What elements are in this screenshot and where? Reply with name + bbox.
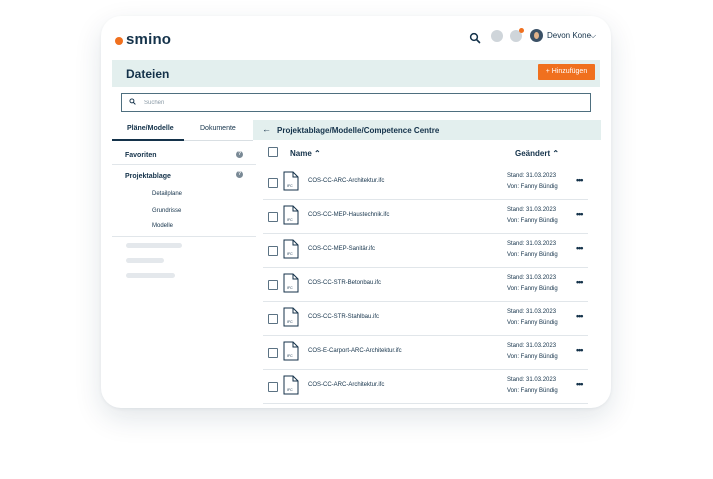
file-author: Von: Fanny Bündig (507, 354, 558, 360)
file-date: Stand: 31.03.2023 (507, 207, 557, 213)
file-author: Von: Fanny Bündig (507, 252, 558, 258)
svg-text:IFC: IFC (287, 320, 293, 324)
table-row[interactable]: IFC COS-CC-MEP-Sanitär.ifc Stand: 31.03.20… (253, 234, 588, 268)
chevron-down-icon[interactable]: ⌵ (590, 31, 596, 41)
svg-text:IFC: IFC (287, 286, 293, 290)
page-header: Dateien + Hinzufügen (112, 60, 600, 87)
file-date: Stand: 31.03.2023 (507, 309, 557, 315)
more-options-icon[interactable]: ••• (576, 243, 584, 253)
select-all-checkbox[interactable] (268, 147, 278, 157)
ifc-file-icon: IFC (283, 307, 299, 327)
file-date: Stand: 31.03.2023 (507, 173, 557, 179)
ifc-file-icon: IFC (283, 273, 299, 293)
ifc-file-icon: IFC (283, 341, 299, 361)
logo: smino (126, 31, 172, 48)
svg-text:IFC: IFC (287, 252, 293, 256)
file-name[interactable]: COS-CC-STR-Stahlbau.ifc (308, 314, 379, 320)
table-row[interactable]: IFC COS-CC-ARC-Architektur.ifc Stand: 31.0… (253, 166, 588, 200)
more-options-icon[interactable]: ••• (576, 345, 584, 355)
file-name[interactable]: COS-CC-ARC-Architektur.ifc (308, 178, 384, 184)
tab-dokumente[interactable]: Dokumente (200, 125, 236, 132)
svg-text:IFC: IFC (287, 354, 293, 358)
row-checkbox[interactable] (268, 280, 278, 290)
file-author: Von: Fanny Bündig (507, 184, 558, 190)
more-options-icon[interactable]: ••• (576, 311, 584, 321)
row-checkbox[interactable] (268, 348, 278, 358)
table-row[interactable]: IFC COS-CC-ARC-Architektur.ifc Stand: 31.0… (253, 370, 588, 404)
tab-active-indicator (112, 139, 184, 141)
tab-bar: Pläne/Modelle Dokumente (112, 120, 253, 141)
placeholder-bar (126, 243, 182, 248)
column-name[interactable]: Name ⌃ (290, 149, 321, 158)
search-icon[interactable] (469, 31, 483, 45)
search-input[interactable] (142, 95, 576, 111)
file-author: Von: Fanny Bündig (507, 286, 558, 292)
more-options-icon[interactable]: ••• (576, 379, 584, 389)
file-name[interactable]: COS-CC-MEP-Haustechnik.ifc (308, 212, 389, 218)
file-name[interactable]: COS-CC-STR-Betonbau.ifc (308, 280, 381, 286)
row-divider (263, 403, 588, 404)
placeholder-bar (126, 273, 175, 278)
back-arrow-icon[interactable]: ← (262, 124, 271, 134)
file-name[interactable]: COS-CC-MEP-Sanitär.ifc (308, 246, 375, 252)
notification-badge (519, 28, 524, 33)
table-row[interactable]: IFC COS-E-Carport-ARC-Architektur.ifc Stan… (253, 336, 588, 370)
file-date: Stand: 31.03.2023 (507, 241, 557, 247)
placeholder-bar (126, 258, 164, 263)
ifc-file-icon: IFC (283, 239, 299, 259)
divider (112, 164, 256, 165)
add-button[interactable]: + Hinzufügen (538, 64, 595, 80)
file-date: Stand: 31.03.2023 (507, 343, 557, 349)
sidebar-item-favoriten[interactable]: Favoriten (125, 152, 157, 159)
breadcrumb-bar: ← Projektablage/Modelle/Competence Centr… (253, 120, 601, 140)
tab-plaene-modelle[interactable]: Pläne/Modelle (127, 125, 174, 132)
breadcrumb: Projektablage/Modelle/Competence Centre (277, 126, 440, 135)
row-checkbox[interactable] (268, 246, 278, 256)
sidebar-item-projektablage[interactable]: Projektablage (125, 173, 171, 180)
ifc-file-icon: IFC (283, 171, 299, 191)
app-window: smino Devon Kone ⌵ Dateien + Hinzufügen … (101, 16, 611, 408)
row-checkbox[interactable] (268, 382, 278, 392)
top-bar: smino Devon Kone ⌵ (101, 16, 611, 60)
more-options-icon[interactable]: ••• (576, 209, 584, 219)
file-name[interactable]: COS-CC-ARC-Architektur.ifc (308, 382, 384, 388)
column-changed[interactable]: Geändert ⌃ (515, 149, 559, 158)
row-checkbox[interactable] (268, 178, 278, 188)
user-name[interactable]: Devon Kone (547, 31, 591, 40)
table-row[interactable]: IFC COS-CC-STR-Stahlbau.ifc Stand: 31.03.2… (253, 302, 588, 336)
file-date: Stand: 31.03.2023 (507, 377, 557, 383)
status-indicator[interactable] (491, 30, 503, 42)
help-icon[interactable]: ? (236, 171, 243, 178)
file-author: Von: Fanny Bündig (507, 388, 558, 394)
search-field[interactable] (121, 93, 591, 112)
file-author: Von: Fanny Bündig (507, 320, 558, 326)
sidebar-item-detailplane[interactable]: Detailplane (152, 191, 182, 197)
row-checkbox[interactable] (268, 212, 278, 222)
divider (112, 236, 256, 237)
table-row[interactable]: IFC COS-CC-STR-Betonbau.ifc Stand: 31.03.2… (253, 268, 588, 302)
svg-text:IFC: IFC (287, 184, 293, 188)
file-name[interactable]: COS-E-Carport-ARC-Architektur.ifc (308, 348, 402, 354)
more-options-icon[interactable]: ••• (576, 175, 584, 185)
svg-text:IFC: IFC (287, 218, 293, 222)
table-row[interactable]: IFC COS-CC-MEP-Haustechnik.ifc Stand: 31.0… (253, 200, 588, 234)
ifc-file-icon: IFC (283, 375, 299, 395)
avatar[interactable] (530, 29, 543, 42)
file-author: Von: Fanny Bündig (507, 218, 558, 224)
search-icon (129, 98, 136, 105)
svg-text:IFC: IFC (287, 388, 293, 392)
ifc-file-icon: IFC (283, 205, 299, 225)
more-options-icon[interactable]: ••• (576, 277, 584, 287)
help-icon[interactable]: ? (236, 151, 243, 158)
file-date: Stand: 31.03.2023 (507, 275, 557, 281)
table-header: Name ⌃ Geändert ⌃ (253, 144, 601, 164)
sidebar-item-modelle[interactable]: Modelle (152, 223, 173, 229)
row-checkbox[interactable] (268, 314, 278, 324)
page-title: Dateien (126, 67, 170, 81)
sidebar-item-grundrisse[interactable]: Grundrisse (152, 208, 181, 214)
logo-dot (115, 37, 123, 45)
